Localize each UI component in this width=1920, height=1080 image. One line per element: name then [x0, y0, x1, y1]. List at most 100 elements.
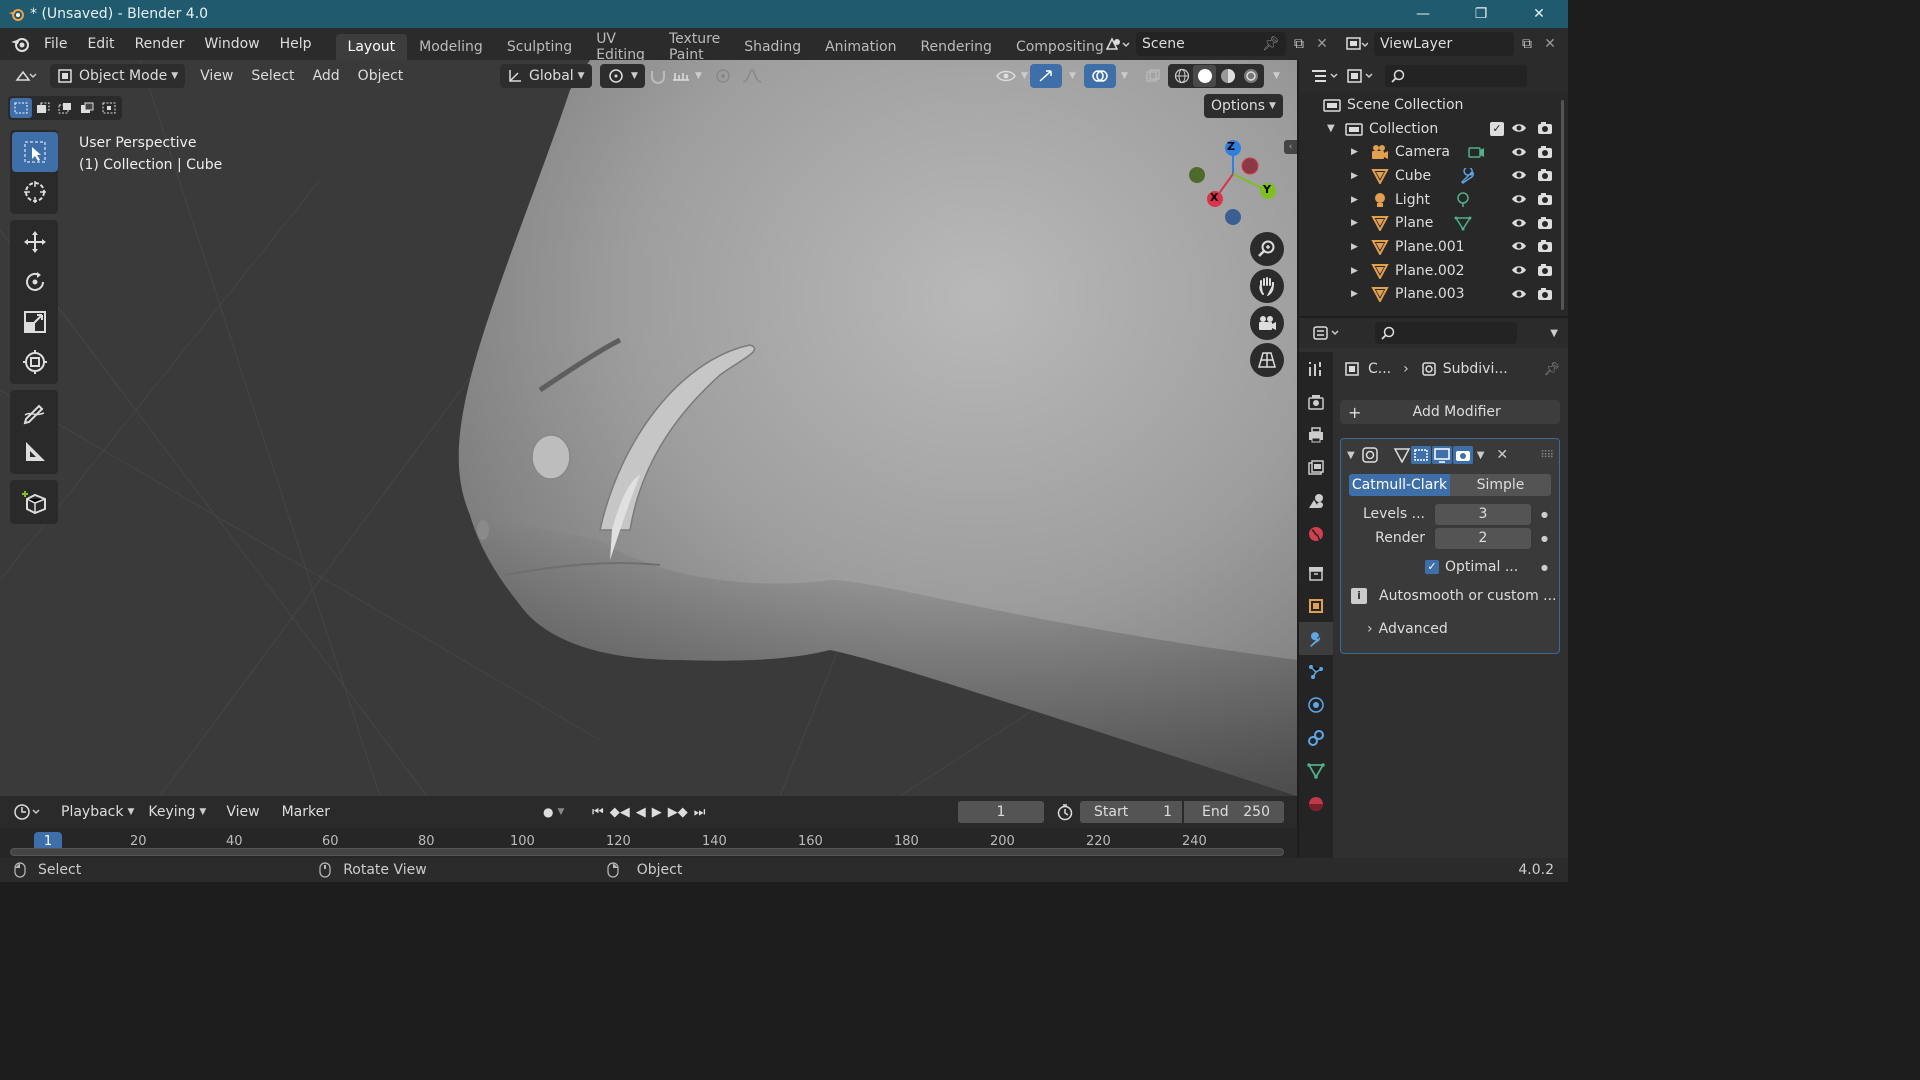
tab-render[interactable]	[1299, 385, 1333, 418]
tab-object[interactable]	[1299, 589, 1333, 622]
end-frame-field[interactable]: End 250	[1184, 801, 1284, 823]
expand-arrow-icon[interactable]: ▶	[1351, 242, 1371, 252]
delete-scene-icon[interactable]: ✕	[1312, 36, 1332, 52]
render-camera-icon[interactable]	[1537, 239, 1553, 253]
camera-data-icon[interactable]	[1467, 144, 1485, 160]
tab-modifiers[interactable]	[1299, 622, 1333, 655]
keying-menu[interactable]: Keying ▼	[141, 800, 213, 824]
stopwatch-icon[interactable]	[1056, 803, 1074, 821]
play-icon[interactable]: ▶	[652, 805, 662, 820]
menu-render[interactable]: Render	[125, 28, 195, 60]
levels-viewport-field[interactable]: 3	[1435, 503, 1531, 525]
menu-select[interactable]: Select	[244, 64, 301, 88]
pin-icon[interactable]: 📌︎	[1543, 362, 1560, 377]
render-camera-icon[interactable]	[1537, 192, 1553, 206]
scene-selector-icon[interactable]	[1100, 35, 1134, 53]
auto-keying-toggle[interactable]: ● ▼	[536, 800, 571, 824]
ortho-toggle-button[interactable]	[1250, 343, 1284, 377]
next-keyframe-icon[interactable]: ▶◆	[668, 805, 688, 820]
render-camera-icon[interactable]	[1452, 446, 1473, 464]
tab-sculpting[interactable]: Sculpting	[495, 34, 584, 60]
menu-file[interactable]: File	[34, 28, 77, 60]
levels-render-field[interactable]: 2	[1435, 527, 1531, 549]
timeline-editor-icon[interactable]	[10, 803, 46, 821]
menu-window[interactable]: Window	[194, 28, 269, 60]
display-mode-icon[interactable]	[1343, 68, 1379, 84]
marker-menu[interactable]: Marker	[275, 800, 337, 824]
tab-collection[interactable]	[1299, 556, 1333, 589]
select-extend-icon[interactable]	[32, 98, 54, 118]
sidebar-toggle[interactable]: ‹	[1284, 140, 1297, 154]
eye-icon[interactable]	[1511, 193, 1527, 205]
editor-type-button[interactable]	[8, 64, 44, 88]
tab-rendering[interactable]: Rendering	[908, 34, 1004, 60]
eye-icon[interactable]	[1511, 240, 1527, 252]
snap-toggle[interactable]: ▼	[642, 64, 709, 88]
tab-particles[interactable]	[1299, 655, 1333, 688]
pin-icon[interactable]: 📌︎	[1262, 36, 1280, 52]
visibility-dropdown[interactable]: ▼	[988, 64, 1035, 88]
overlays-dropdown[interactable]: ▼	[1110, 64, 1135, 88]
delete-viewlayer-icon[interactable]: ✕	[1540, 36, 1560, 52]
expand-arrow-icon[interactable]: ▶	[1351, 289, 1371, 299]
add-modifier-button[interactable]: + Add Modifier	[1340, 400, 1560, 424]
cursor-tool[interactable]	[12, 172, 58, 212]
prev-keyframe-icon[interactable]: ◆◀	[610, 805, 630, 820]
new-viewlayer-icon[interactable]: ⧉	[1514, 36, 1540, 52]
drag-handle-icon[interactable]: ⠿⠿	[1540, 450, 1554, 461]
rendered-shading-icon[interactable]	[1239, 68, 1262, 84]
timeline-scrollbar[interactable]	[10, 848, 1284, 856]
expand-arrow-icon[interactable]: ▶	[1351, 218, 1371, 228]
mesh-data-icon[interactable]	[1454, 215, 1472, 231]
scene-name-field[interactable]: Scene 📌︎	[1136, 32, 1286, 56]
render-camera-icon[interactable]	[1537, 168, 1553, 182]
viewlayer-name-field[interactable]: ViewLayer	[1374, 32, 1514, 56]
new-scene-icon[interactable]: ⧉	[1286, 36, 1312, 52]
tab-constraints[interactable]	[1299, 721, 1333, 754]
expand-arrow-icon[interactable]: ▶	[1351, 195, 1371, 205]
eye-icon[interactable]	[1511, 288, 1527, 300]
tab-shading[interactable]: Shading	[732, 34, 813, 60]
wireframe-shading-icon[interactable]	[1170, 68, 1193, 84]
eye-icon[interactable]	[1511, 146, 1527, 158]
select-box-tool[interactable]	[12, 132, 58, 172]
simple-option[interactable]: Simple	[1450, 474, 1551, 496]
editmode-toggle-icon[interactable]	[1410, 446, 1431, 464]
tab-tool[interactable]	[1299, 352, 1333, 385]
outliner-scrollbar[interactable]	[1561, 100, 1564, 310]
expand-arrow-icon[interactable]: ▶	[1351, 147, 1371, 157]
select-intersect-icon[interactable]	[98, 98, 120, 118]
solid-shading-icon[interactable]	[1193, 65, 1216, 87]
render-camera-icon[interactable]	[1537, 216, 1553, 230]
outliner-search-input[interactable]	[1385, 65, 1527, 87]
tab-data[interactable]	[1299, 754, 1333, 787]
shading-dropdown[interactable]: ▼	[1262, 64, 1287, 88]
add-cube-tool[interactable]	[12, 482, 58, 522]
render-camera-icon[interactable]	[1537, 287, 1553, 301]
start-frame-field[interactable]: Start 1	[1080, 801, 1182, 823]
editmode-cage-icon[interactable]	[1393, 447, 1411, 463]
remove-modifier-icon[interactable]: ✕	[1496, 447, 1508, 463]
eye-icon[interactable]	[1511, 122, 1527, 134]
camera-view-button[interactable]	[1250, 306, 1284, 340]
pan-button[interactable]	[1250, 269, 1284, 303]
minimize-button[interactable]: —	[1394, 0, 1452, 28]
tab-scene[interactable]	[1299, 484, 1333, 517]
frame-ruler[interactable]: 1 20 40 60 80 100 120 140 160 180 200 22…	[0, 828, 1297, 858]
tab-animation[interactable]: Animation	[813, 34, 908, 60]
render-camera-icon[interactable]	[1537, 145, 1553, 159]
maximize-button[interactable]: ❐	[1452, 0, 1510, 28]
tab-layout[interactable]: Layout	[335, 34, 408, 60]
tab-texture-paint[interactable]: Texture Paint	[657, 31, 732, 60]
keyframe-dot-icon[interactable]: ●	[1541, 510, 1548, 519]
tab-modeling[interactable]: Modeling	[407, 34, 495, 60]
keyframe-dot-icon[interactable]: ●	[1541, 534, 1548, 543]
current-frame-field[interactable]: 1	[958, 801, 1044, 823]
eye-icon[interactable]	[1511, 264, 1527, 276]
navigation-gizmo[interactable]: Z Y X	[1186, 132, 1286, 232]
expand-arrow-icon[interactable]: ▶	[1351, 171, 1371, 181]
realtime-monitor-icon[interactable]	[1431, 446, 1452, 464]
play-reverse-icon[interactable]: ◀	[636, 805, 646, 820]
select-new-icon[interactable]	[10, 98, 32, 118]
mode-selector[interactable]: Object Mode ▼	[50, 64, 186, 88]
